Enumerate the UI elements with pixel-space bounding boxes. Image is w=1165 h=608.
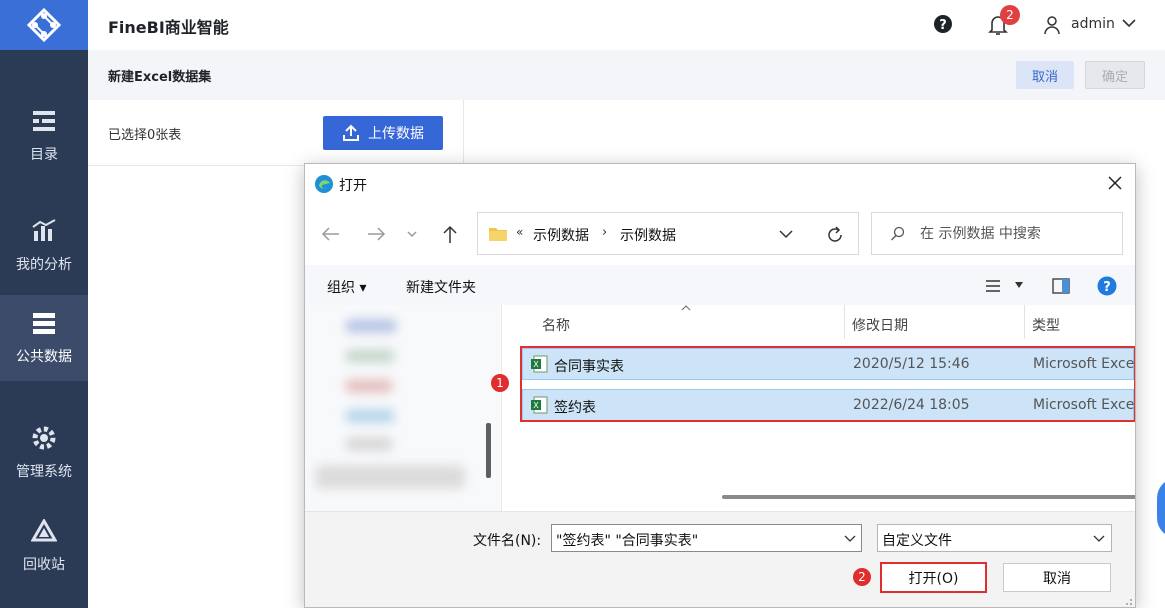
blurred-item	[345, 409, 395, 423]
preview-pane-icon[interactable]	[1052, 278, 1070, 294]
sidebar-item-catalog[interactable]: 目录	[0, 93, 88, 179]
filename-field[interactable]: "签约表" "合同事实表"	[551, 524, 862, 552]
close-icon[interactable]	[1105, 173, 1125, 193]
sidebar-item-public-data[interactable]: 公共数据	[0, 295, 88, 381]
edge-browser-icon	[315, 175, 333, 193]
search-icon	[891, 226, 905, 241]
blurred-item	[345, 379, 393, 393]
recycle-icon	[31, 518, 57, 544]
open-file-dialog: 打开 « 示例数据 › 示例数据 组织 ▾ 新建文件夹 ?	[304, 163, 1136, 608]
upload-label: 上传数据	[368, 126, 424, 142]
filename-value: "签约表" "合同事实表"	[556, 533, 699, 549]
app-title: FineBI商业智能	[108, 18, 229, 37]
view-list-icon[interactable]	[985, 279, 1001, 293]
column-header-name[interactable]: 名称	[542, 315, 570, 335]
sidebar-item-label: 公共数据	[16, 349, 72, 365]
username[interactable]: admin	[1071, 16, 1115, 32]
column-header-date[interactable]: 修改日期	[852, 315, 908, 335]
horizontal-scrollbar[interactable]	[722, 495, 1135, 499]
chevron-down-icon[interactable]	[1014, 281, 1024, 289]
chevron-down-icon[interactable]	[1093, 535, 1105, 543]
gear-icon	[31, 425, 57, 451]
breadcrumb-item[interactable]: 示例数据	[533, 225, 589, 245]
public-data-icon	[31, 310, 57, 336]
sidebar-item-label: 回收站	[23, 557, 65, 573]
chevron-down-icon[interactable]	[1122, 18, 1136, 28]
new-folder-button[interactable]: 新建文件夹	[406, 277, 476, 297]
svg-text:?: ?	[1103, 280, 1111, 295]
selection-highlight-box	[520, 346, 1135, 422]
analysis-icon	[31, 218, 57, 244]
dialog-footer: 文件名(N): "签约表" "合同事实表" 自定义文件 2 打开(O) 取消	[305, 511, 1135, 607]
top-header: FineBI商业智能 ? 2 admin	[88, 0, 1165, 50]
upload-icon	[343, 124, 359, 141]
blurred-item	[315, 465, 465, 489]
page-title: 新建Excel数据集	[108, 70, 212, 85]
blurred-item	[345, 319, 397, 333]
dialog-nav-row: « 示例数据 › 示例数据	[305, 204, 1135, 264]
upload-button[interactable]: 上传数据	[323, 116, 443, 150]
chevron-down-icon[interactable]	[778, 227, 794, 241]
help-icon[interactable]: ?	[933, 14, 953, 34]
column-separator[interactable]	[844, 305, 845, 339]
breadcrumb-separator[interactable]: ›	[602, 225, 607, 240]
resize-grip-icon[interactable]	[1121, 594, 1133, 606]
dialog-toolbar: 组织 ▾ 新建文件夹 ?	[305, 265, 1135, 305]
sidebar-item-label: 管理系统	[16, 464, 72, 480]
scrollbar[interactable]	[486, 423, 491, 478]
logo-icon	[26, 7, 62, 43]
chevron-down-icon[interactable]	[844, 535, 856, 543]
recent-locations-icon[interactable]	[405, 224, 419, 244]
filename-label: 文件名(N):	[473, 533, 542, 549]
confirm-button[interactable]: 确定	[1085, 61, 1145, 89]
search-box[interactable]	[871, 212, 1123, 255]
filetype-value: 自定义文件	[882, 533, 952, 549]
cancel-button[interactable]: 取消	[1003, 563, 1111, 592]
breadcrumb-item[interactable]: 示例数据	[620, 225, 676, 245]
refresh-icon[interactable]	[825, 225, 845, 245]
up-icon[interactable]	[439, 224, 461, 244]
selected-count: 已选择0张表	[108, 128, 182, 143]
logo[interactable]	[0, 0, 88, 50]
floating-assistant-button[interactable]	[1157, 478, 1165, 538]
organize-menu[interactable]: 组织 ▾	[327, 277, 366, 297]
step-marker: 2	[853, 568, 871, 586]
open-button[interactable]: 打开(O)	[880, 562, 987, 593]
table-select-panel: 已选择0张表 上传数据	[88, 100, 464, 166]
blurred-item	[345, 349, 395, 363]
sidebar-item-label: 目录	[30, 147, 58, 163]
dialog-title: 打开	[339, 178, 367, 194]
step-marker: 1	[491, 374, 509, 392]
sidebar-item-recycle[interactable]: 回收站	[0, 503, 88, 589]
help-icon[interactable]: ?	[1097, 276, 1117, 296]
address-bar[interactable]: « 示例数据 › 示例数据	[477, 212, 859, 255]
cancel-button[interactable]: 取消	[1016, 61, 1074, 89]
user-icon[interactable]	[1043, 15, 1061, 35]
search-input[interactable]	[920, 223, 1110, 245]
sidebar-item-label: 我的分析	[16, 257, 72, 273]
svg-text:?: ?	[939, 18, 947, 33]
filetype-select[interactable]: 自定义文件	[877, 524, 1112, 552]
navigation-pane[interactable]	[305, 305, 501, 511]
dialog-titlebar[interactable]: 打开	[305, 164, 1135, 202]
catalog-icon	[31, 108, 57, 134]
notification-badge: 2	[1000, 5, 1020, 25]
sort-caret-icon	[681, 305, 691, 311]
column-header-type[interactable]: 类型	[1032, 315, 1060, 335]
back-icon[interactable]	[320, 224, 342, 244]
sidebar-item-admin[interactable]: 管理系统	[0, 410, 88, 496]
sidebar: 目录 我的分析 公共数据 管理系统 回收站	[0, 0, 88, 608]
breadcrumb-overflow[interactable]: «	[516, 225, 523, 239]
page-header: 新建Excel数据集 取消 确定	[88, 50, 1165, 100]
sidebar-item-my-analysis[interactable]: 我的分析	[0, 203, 88, 289]
forward-icon[interactable]	[365, 224, 387, 244]
folder-icon	[489, 228, 507, 241]
column-separator[interactable]	[1024, 305, 1025, 339]
blurred-item	[345, 437, 393, 451]
